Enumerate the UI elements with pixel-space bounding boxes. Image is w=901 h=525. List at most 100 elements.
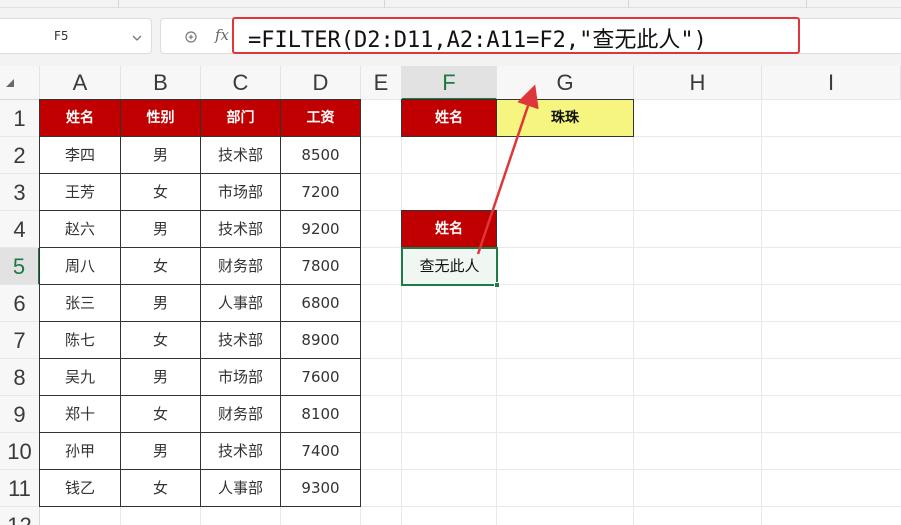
table-cell[interactable]: 9300	[281, 470, 361, 507]
cell-value: 姓名	[66, 110, 94, 126]
table-cell[interactable]: 人事部	[201, 285, 281, 322]
row-header-7[interactable]: 7	[0, 322, 40, 359]
table-cell[interactable]: 技术部	[201, 433, 281, 470]
cell-value: 财务部	[217, 257, 263, 275]
table-cell[interactable]: 男	[121, 359, 201, 396]
formula-text[interactable]: =FILTER(D2:D11,A2:A11=F2,"查无此人")	[248, 22, 707, 54]
table-cell[interactable]: 技术部	[201, 137, 281, 174]
row-header-8[interactable]: 8	[0, 359, 40, 396]
table-cell[interactable]: 人事部	[201, 470, 281, 507]
table-cell[interactable]: 7600	[281, 359, 361, 396]
cell-value: 技术部	[217, 442, 263, 460]
column-header-e[interactable]: E	[361, 66, 402, 100]
table-cell[interactable]: 7200	[281, 174, 361, 211]
ribbon-divider	[628, 0, 629, 8]
table-cell[interactable]: 男	[121, 433, 201, 470]
cell-value: 市场部	[217, 368, 263, 386]
ribbon-divider	[384, 0, 385, 8]
row-header-1[interactable]: 1	[0, 100, 40, 137]
table-cell-name[interactable]: 张三	[39, 285, 121, 322]
column-header-a[interactable]: A	[40, 66, 121, 100]
table-cell-name[interactable]: 王芳	[39, 174, 121, 211]
row-header-11[interactable]: 11	[0, 470, 40, 507]
lookup-value-cell[interactable]: 珠珠	[497, 99, 634, 137]
table-cell-name[interactable]: 周八	[39, 248, 121, 285]
row-header-3[interactable]: 3	[0, 174, 40, 211]
table-cell[interactable]: 男	[121, 211, 201, 248]
table-header-cell[interactable]: 姓名	[39, 99, 121, 137]
chevron-down-icon[interactable]	[131, 32, 143, 44]
table-cell[interactable]: 9200	[281, 211, 361, 248]
row-header-2[interactable]: 2	[0, 137, 40, 174]
cell-value: 技术部	[217, 220, 263, 238]
result-label-cell[interactable]: 姓名	[401, 210, 497, 248]
selected-cell-f5[interactable]: 查无此人	[401, 247, 498, 286]
table-cell[interactable]: 技术部	[201, 211, 281, 248]
table-cell-name[interactable]: 郑十	[39, 396, 121, 433]
table-header-cell[interactable]: 性别	[121, 99, 201, 137]
cell-value: 女	[152, 331, 168, 349]
table-cell[interactable]: 女	[121, 322, 201, 359]
cell-value: 姓名	[435, 221, 463, 237]
cell-value: 女	[152, 183, 168, 201]
table-cell[interactable]: 8900	[281, 322, 361, 359]
row-header-4[interactable]: 4	[0, 211, 40, 248]
fx-icon[interactable]: fx	[215, 26, 229, 44]
cell-value: 女	[152, 257, 168, 275]
table-cell[interactable]: 财务部	[201, 248, 281, 285]
row-header-6[interactable]: 6	[0, 285, 40, 322]
table-cell-name[interactable]: 孙甲	[39, 433, 121, 470]
column-header-c[interactable]: C	[201, 66, 281, 100]
cell-value: 7800	[301, 257, 340, 275]
table-cell[interactable]: 市场部	[201, 359, 281, 396]
table-cell-name[interactable]: 赵六	[39, 211, 121, 248]
column-header-h[interactable]: H	[634, 66, 762, 100]
column-header-i[interactable]: I	[762, 66, 901, 100]
table-cell[interactable]: 市场部	[201, 174, 281, 211]
cell-value: 7400	[301, 442, 340, 460]
select-all-corner[interactable]	[0, 66, 40, 100]
table-cell[interactable]: 8100	[281, 396, 361, 433]
cell-value: 钱乙	[64, 479, 95, 497]
column-header-b[interactable]: B	[121, 66, 201, 100]
table-cell[interactable]: 7800	[281, 248, 361, 285]
table-cell[interactable]: 6800	[281, 285, 361, 322]
table-cell-name[interactable]: 陈七	[39, 322, 121, 359]
table-cell[interactable]: 7400	[281, 433, 361, 470]
select-all-icon	[6, 79, 14, 87]
ribbon-divider	[118, 0, 119, 8]
table-cell[interactable]: 女	[121, 396, 201, 433]
lookup-label-cell[interactable]: 姓名	[401, 99, 497, 137]
row-header-5[interactable]: 5	[0, 248, 40, 285]
ribbon-edge	[0, 0, 901, 8]
table-cell-name[interactable]: 吴九	[39, 359, 121, 396]
gridline	[633, 100, 634, 525]
row-header-10[interactable]: 10	[0, 433, 40, 470]
table-cell[interactable]: 8500	[281, 137, 361, 174]
table-cell[interactable]: 女	[121, 248, 201, 285]
table-cell[interactable]: 女	[121, 470, 201, 507]
fill-handle[interactable]	[494, 282, 500, 288]
table-cell[interactable]: 男	[121, 285, 201, 322]
magnifier-icon[interactable]	[183, 29, 199, 45]
table-header-cell[interactable]: 工资	[281, 99, 361, 137]
column-header-f[interactable]: F	[402, 66, 497, 100]
cell-value: 9200	[301, 220, 340, 238]
table-header-cell[interactable]: 部门	[201, 99, 281, 137]
name-box[interactable]: F5	[0, 18, 152, 54]
column-header-g[interactable]: G	[497, 66, 634, 100]
cell-value: 男	[152, 368, 168, 386]
cell-value: 男	[152, 294, 168, 312]
row-header-9[interactable]: 9	[0, 396, 40, 433]
table-cell-name[interactable]: 钱乙	[39, 470, 121, 507]
table-cell[interactable]: 男	[121, 137, 201, 174]
row-header-12[interactable]: 12	[0, 507, 40, 525]
table-cell-name[interactable]: 李四	[39, 137, 121, 174]
cell-value: 7600	[301, 368, 340, 386]
table-cell[interactable]: 财务部	[201, 396, 281, 433]
cell-value: 市场部	[217, 183, 263, 201]
table-cell[interactable]: 女	[121, 174, 201, 211]
result-value: 查无此人	[419, 257, 480, 275]
column-header-d[interactable]: D	[281, 66, 361, 100]
table-cell[interactable]: 技术部	[201, 322, 281, 359]
